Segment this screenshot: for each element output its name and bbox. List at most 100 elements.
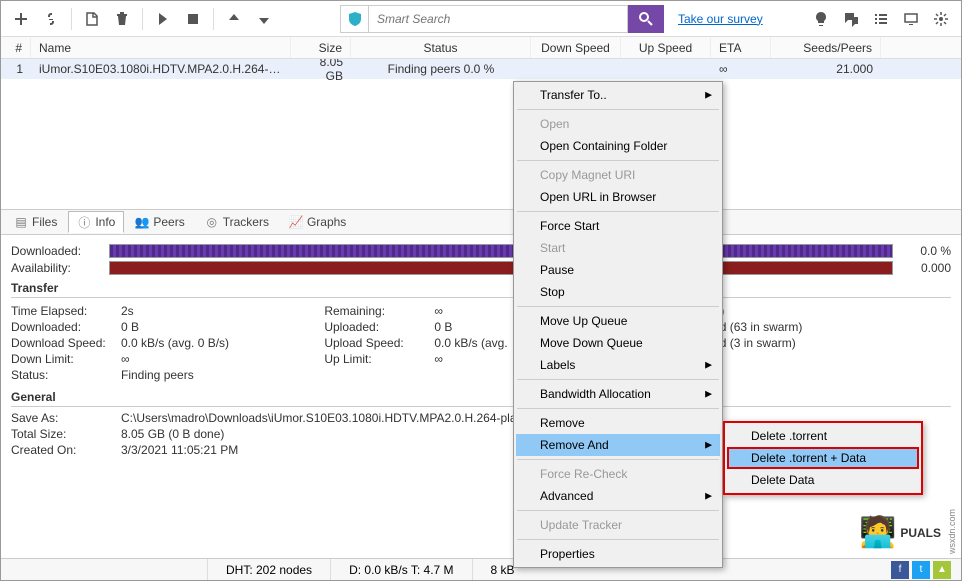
tab-files[interactable]: ▤Files <box>5 211 66 233</box>
right-tools <box>807 5 955 33</box>
tab-label: Trackers <box>223 215 269 229</box>
remove-button[interactable] <box>108 5 136 33</box>
add-link-button[interactable] <box>37 5 65 33</box>
stop-button[interactable] <box>179 5 207 33</box>
submenu-delete-data[interactable]: Delete Data <box>727 469 919 491</box>
dht-status: DHT: 202 nodes <box>207 559 330 580</box>
created-k: Created On: <box>11 443 121 457</box>
menu-properties[interactable]: Properties <box>516 543 720 565</box>
menu-separator <box>517 459 719 460</box>
menu-open-containing[interactable]: Open Containing Folder <box>516 135 720 157</box>
tab-label: Peers <box>153 215 184 229</box>
status-v: Finding peers <box>121 368 324 382</box>
chevron-right-icon: ▶ <box>705 491 712 502</box>
move-down-button[interactable] <box>250 5 278 33</box>
uplimit-k: Up Limit: <box>324 352 434 366</box>
graphs-icon: 📈 <box>289 215 303 229</box>
downloaded-label: Downloaded: <box>11 244 101 258</box>
bulb-icon[interactable] <box>807 5 835 33</box>
downloaded-bar <box>109 244 893 258</box>
detail-tabs: ▤Files ⓘInfo 👥Peers ◎Trackers 📈 Graphs <box>1 209 961 235</box>
menu-bandwidth[interactable]: Bandwidth Allocation▶ <box>516 383 720 405</box>
uploaded-k: Uploaded: <box>324 320 434 334</box>
dlspeed-v: 0.0 kB/s (avg. 0 B/s) <box>121 336 324 350</box>
downlimit-v: ∞ <box>121 352 324 366</box>
move-up-button[interactable] <box>220 5 248 33</box>
shield-icon <box>340 5 368 33</box>
menu-separator <box>517 379 719 380</box>
menu-force-start[interactable]: Force Start <box>516 215 720 237</box>
col-eta[interactable]: ETA <box>711 37 771 58</box>
menu-move-down[interactable]: Move Down Queue <box>516 332 720 354</box>
menu-separator <box>517 510 719 511</box>
downloaded-val: 0.0 % <box>901 244 951 258</box>
transfer-section-title: Transfer <box>11 281 951 298</box>
separator <box>71 8 72 30</box>
dlspeed-k: Download Speed: <box>11 336 121 350</box>
menu-remove[interactable]: Remove <box>516 412 720 434</box>
col-status[interactable]: Status <box>351 37 531 58</box>
search-input[interactable] <box>368 5 628 33</box>
menu-start: Start <box>516 237 720 259</box>
menu-separator <box>517 306 719 307</box>
search-wrap <box>340 5 664 33</box>
menu-force-recheck: Force Re-Check <box>516 463 720 485</box>
tab-label: Graphs <box>307 215 346 229</box>
availability-bar <box>109 261 893 275</box>
android-icon[interactable]: ▲ <box>933 561 951 579</box>
survey-link[interactable]: Take our survey <box>678 12 763 26</box>
torrent-row[interactable]: 1 iUmor.S10E03.1080i.HDTV.MPA2.0.H.264-p… <box>1 59 961 79</box>
start-button[interactable] <box>149 5 177 33</box>
menu-pause[interactable]: Pause <box>516 259 720 281</box>
downloaded-v: 0 B <box>121 320 324 334</box>
info-icon: ⓘ <box>77 215 91 229</box>
col-num[interactable]: # <box>1 37 31 58</box>
col-seeds-peers[interactable]: Seeds/Peers <box>771 37 881 58</box>
row-num: 1 <box>1 62 31 76</box>
files-icon: ▤ <box>14 215 28 229</box>
twitter-icon[interactable]: t <box>912 561 930 579</box>
add-torrent-button[interactable] <box>7 5 35 33</box>
time-elapsed-v: 2s <box>121 304 324 318</box>
chat-icon[interactable] <box>837 5 865 33</box>
submenu-delete-torrent[interactable]: Delete .torrent <box>727 425 919 447</box>
search-button[interactable] <box>628 5 664 33</box>
tab-info[interactable]: ⓘInfo <box>68 211 124 233</box>
list-icon[interactable] <box>867 5 895 33</box>
remote-icon[interactable] <box>897 5 925 33</box>
col-name[interactable]: Name <box>31 37 291 58</box>
col-size[interactable]: Size <box>291 37 351 58</box>
menu-separator <box>517 539 719 540</box>
column-header: # Name Size Status Down Speed Up Speed E… <box>1 37 961 59</box>
menu-separator <box>517 160 719 161</box>
watermark: 🧑‍💻 PUALS <box>859 515 941 550</box>
mascot-icon: 🧑‍💻 <box>859 515 896 550</box>
time-elapsed-k: Time Elapsed: <box>11 304 121 318</box>
status-k: Status: <box>11 368 121 382</box>
menu-stop[interactable]: Stop <box>516 281 720 303</box>
menu-copy-magnet: Copy Magnet URI <box>516 164 720 186</box>
row-size: 8.05 GB <box>291 59 351 83</box>
facebook-icon[interactable]: f <box>891 561 909 579</box>
menu-remove-and[interactable]: Remove And▶ <box>516 434 720 456</box>
status-bar: DHT: 202 nodes D: 0.0 kB/s T: 4.7 M 8 kB… <box>1 558 961 580</box>
tab-graphs[interactable]: 📈 Graphs <box>280 211 355 233</box>
chevron-right-icon: ▶ <box>705 389 712 400</box>
menu-transfer-to[interactable]: Transfer To..▶ <box>516 84 720 106</box>
menu-advanced[interactable]: Advanced▶ <box>516 485 720 507</box>
menu-open: Open <box>516 113 720 135</box>
remaining-k: Remaining: <box>324 304 434 318</box>
chevron-right-icon: ▶ <box>705 90 712 101</box>
tab-peers[interactable]: 👥Peers <box>126 211 193 233</box>
col-up-speed[interactable]: Up Speed <box>621 37 711 58</box>
tab-trackers[interactable]: ◎Trackers <box>196 211 278 233</box>
menu-move-up[interactable]: Move Up Queue <box>516 310 720 332</box>
menu-open-url[interactable]: Open URL in Browser <box>516 186 720 208</box>
downloaded-k: Downloaded: <box>11 320 121 334</box>
submenu-delete-torrent-data[interactable]: Delete .torrent + Data <box>727 447 919 469</box>
row-seeds-peers: 21.000 <box>771 62 881 76</box>
create-torrent-button[interactable] <box>78 5 106 33</box>
settings-icon[interactable] <box>927 5 955 33</box>
menu-labels[interactable]: Labels▶ <box>516 354 720 376</box>
col-down-speed[interactable]: Down Speed <box>531 37 621 58</box>
